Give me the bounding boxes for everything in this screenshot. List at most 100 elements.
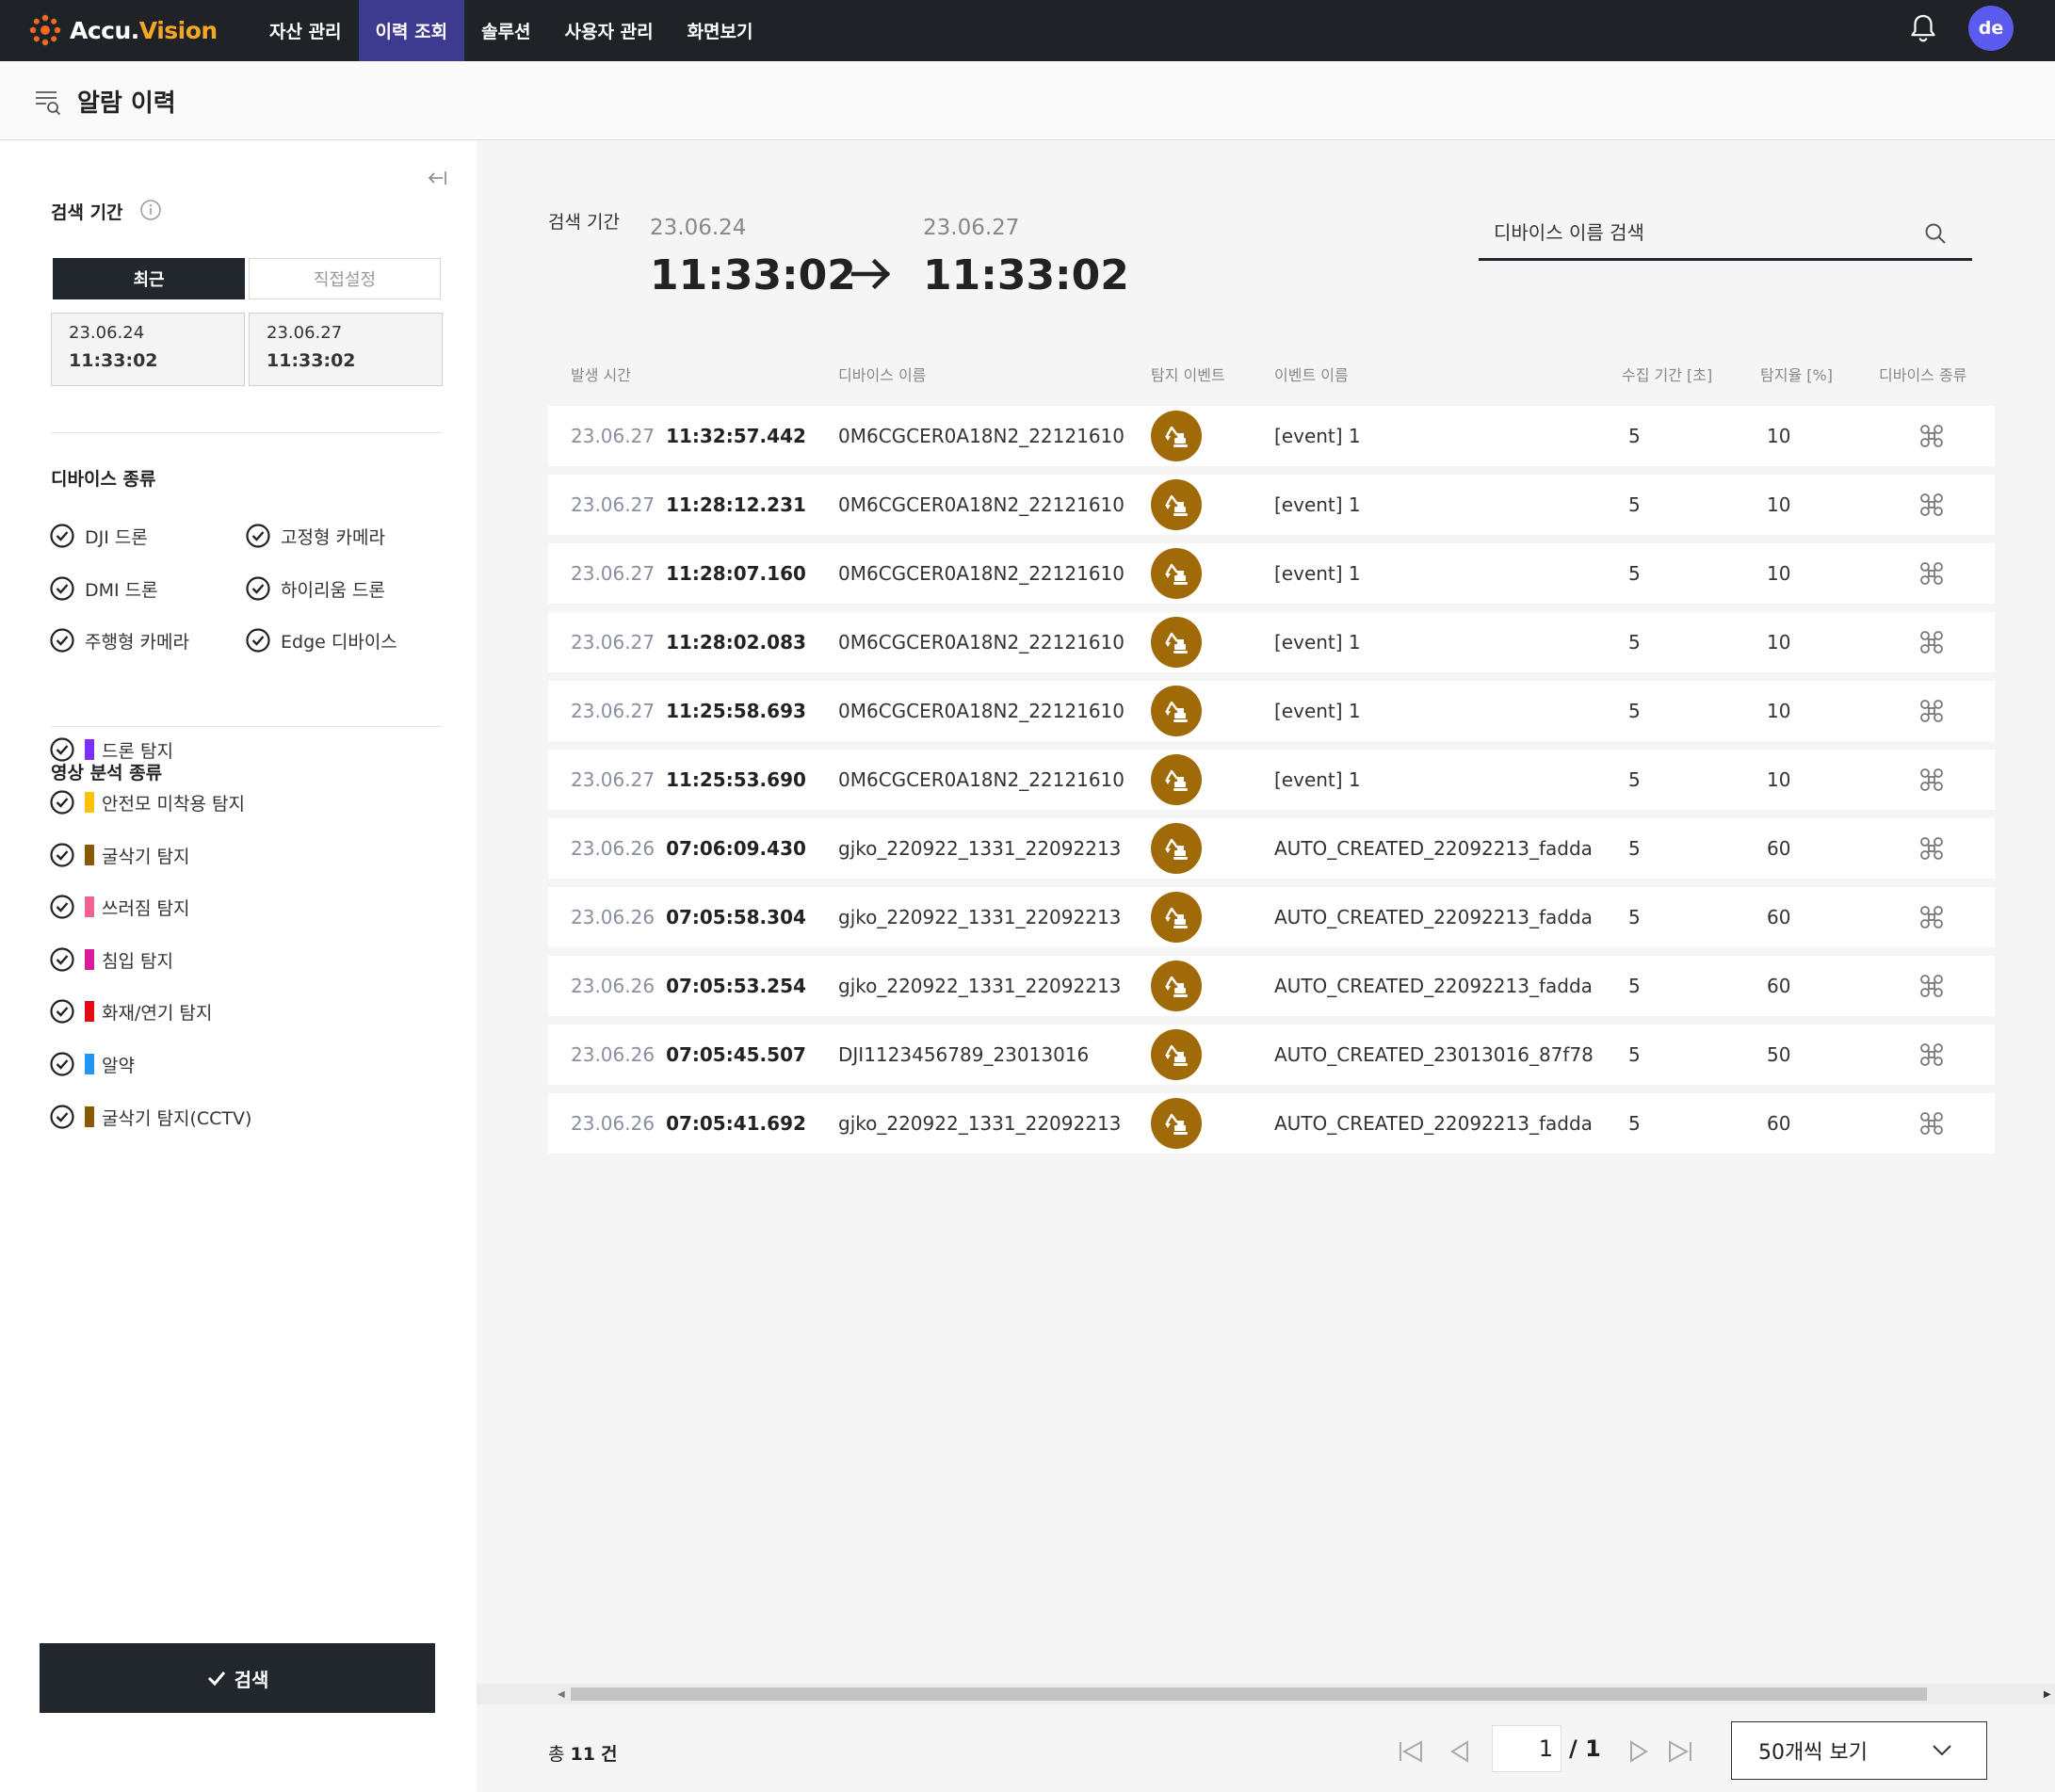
device-search-input[interactable] bbox=[1479, 208, 1921, 257]
table-row[interactable]: 23.06.27 11:32:57.442 0M6CGCER0A18N2_22121… bbox=[548, 406, 1995, 466]
page-size-select[interactable]: 50개씩 보기 bbox=[1731, 1721, 1987, 1780]
drone-icon bbox=[1920, 975, 1943, 997]
user-avatar[interactable]: de bbox=[1968, 6, 2014, 51]
analysis-type-label: 안전모 미착용 탐지 bbox=[102, 793, 245, 815]
collapse-sidebar-icon[interactable] bbox=[426, 167, 448, 189]
table-row[interactable]: 23.06.26 07:05:58.304 gjko_220922_1331_220… bbox=[548, 887, 1995, 947]
event-badge[interactable] bbox=[1151, 961, 1202, 1011]
analysis-color-swatch bbox=[85, 896, 94, 917]
device-search-box bbox=[1479, 208, 1972, 261]
device-type-checkbox[interactable]: DJI 드론 bbox=[49, 523, 148, 549]
bell-icon[interactable] bbox=[1906, 11, 1940, 45]
analysis-type-checkbox[interactable]: 침입 탐지 bbox=[49, 946, 173, 973]
next-page-icon[interactable] bbox=[1624, 1737, 1654, 1766]
event-badge[interactable] bbox=[1151, 548, 1202, 599]
table-row[interactable]: 23.06.26 07:05:41.692 gjko_220922_1331_220… bbox=[548, 1093, 1995, 1154]
checkbox-label: 침입 탐지 bbox=[85, 947, 173, 973]
page-total: / 1 bbox=[1569, 1735, 1601, 1762]
logo-burst-icon bbox=[29, 14, 61, 46]
info-icon[interactable] bbox=[139, 199, 162, 221]
column-header-time[interactable]: 발생 시간 bbox=[571, 363, 631, 385]
app-logo[interactable]: Accu.Vision bbox=[28, 8, 218, 53]
last-page-icon[interactable] bbox=[1665, 1737, 1695, 1766]
table-row[interactable]: 23.06.27 11:28:02.083 0M6CGCER0A18N2_22121… bbox=[548, 612, 1995, 672]
column-header-event-name[interactable]: 이벤트 이름 bbox=[1274, 363, 1349, 385]
start-datetime-box[interactable]: 23.06.24 11:33:02 bbox=[51, 313, 245, 386]
analysis-type-checkbox[interactable]: 쓰러짐 탐지 bbox=[49, 894, 189, 920]
end-datetime-box[interactable]: 23.06.27 11:33:02 bbox=[249, 313, 443, 386]
scrollbar-thumb[interactable] bbox=[571, 1687, 1927, 1701]
recent-period-button[interactable]: 최근 bbox=[53, 258, 245, 299]
checkbox-label: 안전모 미착용 탐지 bbox=[85, 790, 245, 815]
occur-date: 23.06.27 bbox=[571, 768, 655, 791]
occur-date: 23.06.27 bbox=[571, 700, 655, 722]
scroll-right-arrow-icon[interactable]: ▶ bbox=[2044, 1689, 2051, 1700]
event-badge[interactable] bbox=[1151, 479, 1202, 530]
prev-page-icon[interactable] bbox=[1445, 1737, 1475, 1766]
column-header-device-name[interactable]: 디바이스 이름 bbox=[838, 363, 926, 385]
event-name-cell: [event] 1 bbox=[1274, 562, 1361, 585]
device-type-checkbox[interactable]: Edge 디바이스 bbox=[245, 627, 397, 654]
collect-period-cell: 5 bbox=[1628, 631, 1641, 654]
column-header-detect-rate[interactable]: 탐지율 [%] bbox=[1760, 363, 1833, 385]
checked-circle-icon bbox=[50, 1105, 74, 1129]
nav-asset-management[interactable]: 자산 관리 bbox=[252, 0, 359, 61]
column-header-collect-period[interactable]: 수집 기간 [초] bbox=[1622, 363, 1712, 385]
main-content: 검색 기간 23.06.24 11:33:02 23.06.27 11:33:0… bbox=[477, 140, 2055, 1792]
device-type-section-title: 디바이스 종류 bbox=[51, 469, 156, 490]
analysis-type-checkbox[interactable]: 화재/연기 탐지 bbox=[49, 998, 212, 1025]
occur-date: 23.06.26 bbox=[571, 975, 655, 997]
excavator-icon bbox=[1165, 563, 1188, 585]
device-name-cell: 0M6CGCER0A18N2_22121610 bbox=[838, 700, 1125, 722]
detect-rate-cell: 10 bbox=[1767, 700, 1791, 722]
table-row[interactable]: 23.06.27 11:25:58.693 0M6CGCER0A18N2_22121… bbox=[548, 681, 1995, 741]
event-badge[interactable] bbox=[1151, 617, 1202, 668]
device-type-checkbox[interactable]: 고정형 카메라 bbox=[245, 523, 385, 549]
event-badge[interactable] bbox=[1151, 1098, 1202, 1149]
analysis-color-swatch bbox=[85, 1054, 94, 1074]
event-badge[interactable] bbox=[1151, 754, 1202, 805]
nav-screen-view[interactable]: 화면보기 bbox=[671, 0, 770, 61]
occur-date: 23.06.26 bbox=[571, 1112, 655, 1135]
column-header-detect-event[interactable]: 탐지 이벤트 bbox=[1151, 363, 1225, 385]
nav-history[interactable]: 이력 조회 bbox=[358, 0, 465, 61]
column-header-device-type[interactable]: 디바이스 종류 bbox=[1879, 363, 1966, 385]
event-badge[interactable] bbox=[1151, 1029, 1202, 1080]
table-row[interactable]: 23.06.26 07:06:09.430 gjko_220922_1331_220… bbox=[548, 818, 1995, 879]
nav-solution[interactable]: 솔루션 bbox=[464, 0, 547, 61]
start-date: 23.06.24 bbox=[69, 323, 145, 343]
table-row[interactable]: 23.06.27 11:25:53.690 0M6CGCER0A18N2_22121… bbox=[548, 750, 1995, 810]
event-name-cell: AUTO_CREATED_22092213_fadda bbox=[1274, 975, 1593, 997]
manual-period-button[interactable]: 직접설정 bbox=[249, 258, 441, 299]
event-badge[interactable] bbox=[1151, 823, 1202, 874]
event-name-cell: [event] 1 bbox=[1274, 631, 1361, 654]
horizontal-scrollbar[interactable]: ◀ ▶ bbox=[477, 1684, 2055, 1704]
analysis-color-swatch bbox=[85, 1106, 94, 1127]
event-badge[interactable] bbox=[1151, 411, 1202, 461]
current-page-input[interactable] bbox=[1492, 1725, 1561, 1772]
device-type-checkbox[interactable]: DMI 드론 bbox=[49, 575, 158, 602]
top-navigation-bar: Accu.Vision 자산 관리 이력 조회 솔루션 사용자 관리 화면보기 … bbox=[0, 0, 2055, 61]
first-page-icon[interactable] bbox=[1396, 1737, 1426, 1766]
table-row[interactable]: 23.06.27 11:28:12.231 0M6CGCER0A18N2_22121… bbox=[548, 475, 1995, 535]
analysis-type-checkbox[interactable]: 드론 탐지 bbox=[49, 736, 173, 763]
event-badge[interactable] bbox=[1151, 892, 1202, 943]
device-type-checkbox[interactable]: 하이리움 드론 bbox=[245, 575, 385, 602]
table-row[interactable]: 23.06.26 07:05:45.507 DJI1123456789_230130… bbox=[548, 1025, 1995, 1085]
analysis-type-label: 쓰러짐 탐지 bbox=[102, 897, 190, 919]
analysis-type-checkbox[interactable]: 알약 bbox=[49, 1051, 135, 1077]
occur-time: 11:32:57.442 bbox=[666, 425, 806, 447]
table-row[interactable]: 23.06.26 07:05:53.254 gjko_220922_1331_220… bbox=[548, 956, 1995, 1016]
search-icon[interactable] bbox=[1923, 221, 1948, 246]
nav-user-management[interactable]: 사용자 관리 bbox=[548, 0, 671, 61]
chevron-down-icon bbox=[1933, 1745, 1951, 1756]
analysis-type-checkbox[interactable]: 굴삭기 탐지(CCTV) bbox=[49, 1104, 251, 1130]
analysis-type-checkbox[interactable]: 굴삭기 탐지 bbox=[49, 842, 189, 868]
history-search-icon bbox=[36, 91, 61, 116]
table-row[interactable]: 23.06.27 11:28:07.160 0M6CGCER0A18N2_22121… bbox=[548, 543, 1995, 604]
search-button[interactable]: 검색 bbox=[40, 1643, 435, 1713]
device-type-checkbox[interactable]: 주행형 카메라 bbox=[49, 627, 189, 654]
analysis-type-checkbox[interactable]: 안전모 미착용 탐지 bbox=[49, 789, 245, 815]
event-badge[interactable] bbox=[1151, 686, 1202, 736]
scroll-left-arrow-icon[interactable]: ◀ bbox=[558, 1689, 565, 1700]
